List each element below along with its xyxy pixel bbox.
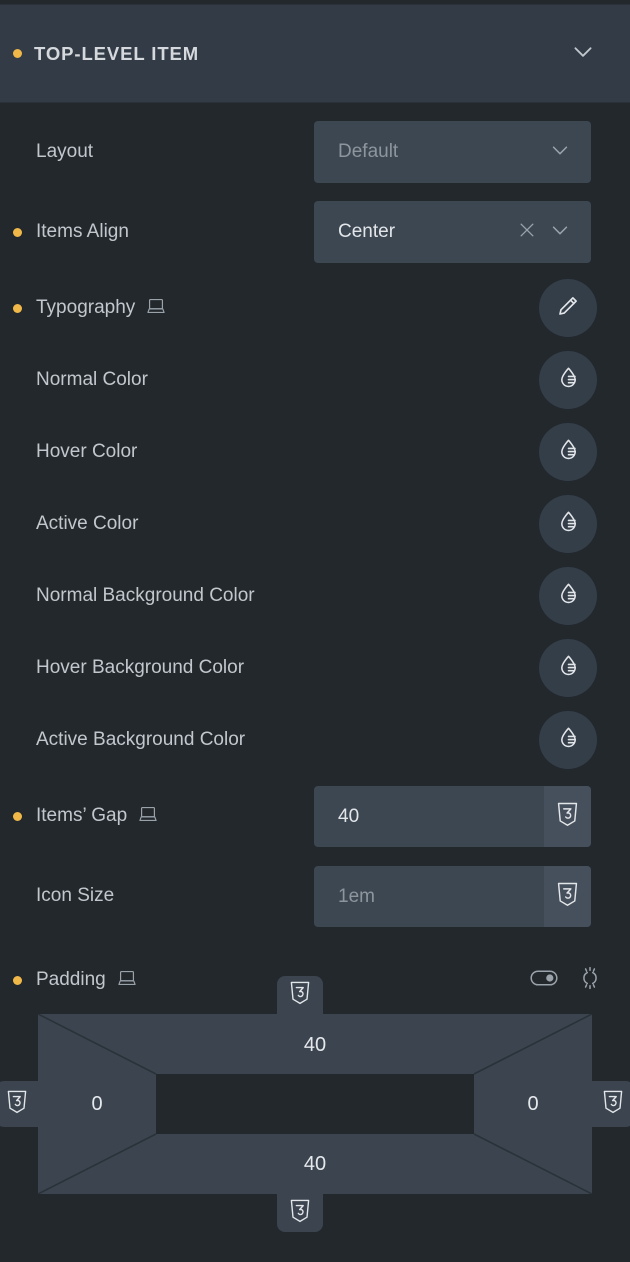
change-indicator-dot <box>13 303 22 313</box>
typography-change-indicator-slot <box>0 303 36 313</box>
layout-select-value: Default <box>338 141 399 162</box>
layout-select-icons <box>549 139 591 166</box>
chevron-down-icon[interactable] <box>570 38 596 69</box>
droplet-icon <box>556 509 581 539</box>
padding-inner-area <box>156 1074 474 1134</box>
hover-background-color-picker-button[interactable] <box>539 639 597 697</box>
control-label: Layout <box>36 141 94 162</box>
control-row-active-background-color: Active Background Color <box>0 725 630 755</box>
laptop-icon[interactable] <box>116 967 138 994</box>
unlink-values-icon[interactable] <box>578 966 602 995</box>
padding-bottom-unit-button[interactable] <box>277 1194 323 1232</box>
typography-edit-button[interactable] <box>539 279 597 337</box>
items-gap-change-indicator-slot <box>0 811 36 821</box>
padding-left-unit-button[interactable] <box>0 1081 38 1127</box>
padding-tools <box>530 966 602 995</box>
css3-shield-icon <box>555 881 580 913</box>
control-row-typography: Typography <box>0 293 630 323</box>
droplet-icon <box>556 365 581 395</box>
css3-shield-icon <box>601 1089 625 1120</box>
laptop-icon[interactable] <box>145 295 167 322</box>
padding-box-model[interactable]: 40 40 0 0 <box>0 976 630 1232</box>
padding-label-wrap: Padding <box>36 967 138 994</box>
items-gap-input[interactable]: 40 <box>314 786 591 847</box>
change-indicator-dot <box>13 227 22 237</box>
items-gap-label-wrap: Items’ Gap <box>36 803 159 830</box>
droplet-icon <box>556 581 581 611</box>
control-row-normal-background-color: Normal Background Color <box>0 581 630 611</box>
chevron-down-icon[interactable] <box>549 139 571 166</box>
items-gap-value[interactable]: 40 <box>314 806 544 828</box>
padding-left-input[interactable]: 0 <box>38 1093 156 1116</box>
droplet-icon <box>556 437 581 467</box>
control-label: Normal Color <box>36 369 148 390</box>
css3-shield-icon <box>288 1198 312 1229</box>
normal-color-picker-button[interactable] <box>539 351 597 409</box>
control-label: Items Align <box>36 221 129 242</box>
icon-size-unit-button[interactable] <box>544 866 591 927</box>
control-row-normal-color: Normal Color <box>0 365 630 395</box>
padding-right-input[interactable]: 0 <box>474 1093 592 1116</box>
control-label: Typography <box>36 297 136 318</box>
items-align-label-wrap: Items Align <box>36 221 129 243</box>
link-values-toggle-icon[interactable] <box>530 968 558 993</box>
control-label: Padding <box>36 969 106 990</box>
layout-label-wrap: Layout <box>36 141 93 163</box>
pencil-icon <box>555 293 581 324</box>
icon-size-value[interactable]: 1em <box>314 886 544 908</box>
normal-background-color-picker-button[interactable] <box>539 567 597 625</box>
items-align-select[interactable]: Center <box>314 201 591 263</box>
droplet-icon <box>556 725 581 755</box>
active-background-color-picker-button[interactable] <box>539 711 597 769</box>
control-row-hover-color: Hover Color <box>0 437 630 467</box>
layout-select[interactable]: Default <box>314 121 591 183</box>
css3-shield-icon <box>5 1089 29 1120</box>
change-indicator-dot <box>13 811 22 821</box>
items-align-select-icons <box>517 219 591 246</box>
control-label: Icon Size <box>36 885 115 906</box>
css3-shield-icon <box>555 801 580 833</box>
css3-shield-icon <box>288 980 312 1011</box>
padding-change-indicator-slot <box>0 975 36 985</box>
control-label: Normal Background Color <box>36 585 255 606</box>
icon-size-label-wrap: Icon Size <box>36 885 114 907</box>
control-label: Hover Color <box>36 441 138 462</box>
control-label: Items’ Gap <box>36 805 128 826</box>
padding-top-unit-button[interactable] <box>277 976 323 1014</box>
control-label: Active Background Color <box>36 729 246 750</box>
padding-bottom-input[interactable]: 40 <box>38 1153 592 1176</box>
control-row-hover-background-color: Hover Background Color <box>0 653 630 683</box>
laptop-icon[interactable] <box>137 803 159 830</box>
items-align-select-value: Center <box>338 221 396 242</box>
droplet-icon <box>556 653 581 683</box>
section-change-indicator <box>13 49 22 58</box>
typography-label-wrap: Typography <box>36 295 167 322</box>
page-title: TOP-LEVEL ITEM <box>34 42 200 64</box>
hover-color-picker-button[interactable] <box>539 423 597 481</box>
padding-right-unit-button[interactable] <box>592 1081 630 1127</box>
padding-top-input[interactable]: 40 <box>38 1034 592 1057</box>
change-indicator-dot <box>13 975 22 985</box>
control-row-active-color: Active Color <box>0 509 630 539</box>
items-gap-unit-button[interactable] <box>544 786 591 847</box>
active-color-picker-button[interactable] <box>539 495 597 553</box>
items-align-change-indicator-slot <box>0 227 36 237</box>
control-label: Active Color <box>36 513 139 534</box>
chevron-down-icon[interactable] <box>549 219 571 246</box>
control-label: Hover Background Color <box>36 657 245 678</box>
close-icon[interactable] <box>517 220 537 245</box>
icon-size-input[interactable]: 1em <box>314 866 591 927</box>
section-header-top-level-item[interactable]: TOP-LEVEL ITEM <box>0 4 630 103</box>
